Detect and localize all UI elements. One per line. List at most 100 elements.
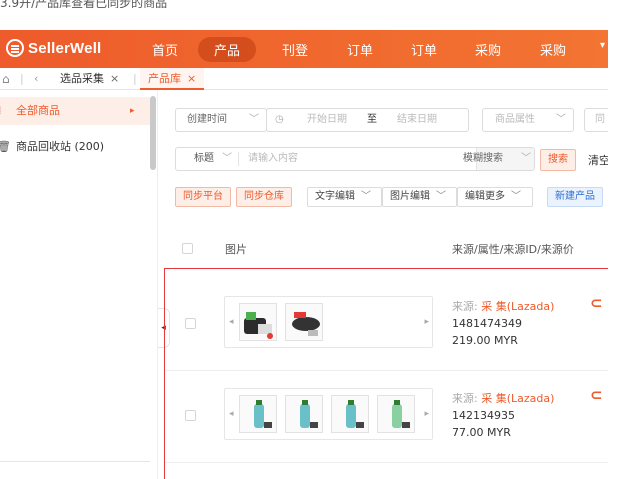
page-caption: 3.9开/产品库查看已同步的商品	[0, 0, 168, 8]
nav-item-home[interactable]: 首页	[152, 40, 178, 59]
date-range-separator: 至	[367, 114, 377, 125]
sidebar-divider	[0, 461, 150, 462]
chevron-down-icon: ﹀	[556, 114, 566, 125]
product-thumbnail[interactable]	[377, 395, 415, 433]
title-select[interactable]: 标题	[194, 148, 214, 170]
select-all-checkbox[interactable]	[182, 243, 193, 254]
new-product-button[interactable]: 新建产品	[547, 187, 603, 207]
sync-warehouse-button[interactable]: 同步仓库	[236, 187, 292, 207]
brand-logo[interactable]: SellerWell	[6, 39, 101, 57]
date-range-picker[interactable]: ◷ 开始日期 至 结束日期	[266, 108, 469, 132]
nav-item-listing[interactable]: 刊登	[282, 40, 308, 59]
tab-label: 产品库	[148, 72, 181, 85]
source-label: 来源:	[452, 392, 478, 405]
source-price: 219.00 MYR	[452, 334, 518, 347]
search-button[interactable]: 搜索	[540, 149, 576, 171]
nav-item-products[interactable]: 产品	[198, 37, 257, 62]
source-info: 来源: 采 集(Lazada) 1481474349 219.00 MYR	[452, 298, 554, 349]
carousel-prev-icon[interactable]: ◂	[229, 317, 234, 327]
fuzzy-search-label: 模糊搜索	[463, 153, 503, 164]
edit-more-label: 编辑更多	[465, 191, 505, 202]
app-window: SellerWell 首页 产品 刊登 订单 订单 采购 采购 ▾ ⌂ | ‹ …	[0, 30, 608, 479]
end-date-input[interactable]: 结束日期	[397, 109, 437, 131]
chevron-down-icon: ﹀	[249, 114, 259, 125]
caret-right-icon: ▸	[130, 106, 135, 116]
image-edit-dropdown[interactable]: 图片编辑 ﹀	[382, 187, 457, 207]
source-value: 采 集(Lazada)	[481, 300, 555, 313]
nav-item-orders-2[interactable]: 订单	[411, 40, 437, 59]
top-nav: SellerWell 首页 产品 刊登 订单 订单 采购 采购 ▾	[0, 30, 608, 68]
chevron-down-icon: ﹀	[361, 191, 371, 202]
close-icon[interactable]: ×	[187, 72, 196, 85]
source-id: 142134935	[452, 409, 515, 422]
created-time-select[interactable]: 创建时间 ﹀	[175, 108, 267, 132]
fuzzy-search-select[interactable]: 模糊搜索 ﹀	[463, 148, 534, 170]
edit-more-dropdown[interactable]: 编辑更多 ﹀	[457, 187, 533, 207]
chevron-left-icon[interactable]: ‹	[34, 68, 38, 90]
row-checkbox[interactable]	[185, 410, 196, 421]
tab-bar: ⌂ | ‹ 选品采集 × | 产品库 ×	[0, 68, 608, 90]
sidebar-item-recycle-bin[interactable]: 🗑 商品回收站 (200)	[0, 133, 150, 161]
divider	[238, 152, 239, 166]
image-edit-label: 图片编辑	[390, 191, 430, 202]
product-thumbnail[interactable]	[239, 395, 277, 433]
nav-item-orders[interactable]: 订单	[347, 40, 373, 59]
source-id: 1481474349	[452, 317, 522, 330]
truncated-select-label: 同	[595, 114, 605, 125]
image-carousel: ◂ ▸	[224, 388, 433, 440]
logo-text: SellerWell	[28, 39, 102, 57]
text-edit-dropdown[interactable]: 文字编辑 ﹀	[307, 187, 382, 207]
column-header-source: 来源/属性/来源ID/来源价	[452, 243, 574, 256]
chevron-down-icon: ﹀	[222, 153, 232, 164]
sidebar-item-all-products[interactable]: ⁞ 全部商品 ▸	[0, 97, 150, 125]
tab-label: 选品采集	[60, 72, 104, 85]
product-attribute-label: 商品属性	[495, 114, 535, 125]
product-thumbnail[interactable]	[239, 303, 277, 341]
carousel-next-icon[interactable]: ▸	[424, 317, 429, 327]
action-icon[interactable]: ⊂	[590, 386, 603, 404]
grid-icon: ⁞	[0, 97, 2, 125]
sidebar-item-label: 商品回收站 (200)	[16, 140, 105, 153]
row-checkbox[interactable]	[185, 318, 196, 329]
carousel-prev-icon[interactable]: ◂	[229, 409, 234, 419]
sidebar: ⁞ 全部商品 ▸ 🗑 商品回收站 (200)	[0, 91, 158, 479]
row-separator	[166, 370, 608, 371]
search-input[interactable]: 请输入内容	[248, 148, 298, 170]
chevron-down-icon: ﹀	[436, 191, 446, 202]
product-thumbnail[interactable]	[285, 303, 323, 341]
row-separator	[166, 462, 608, 463]
sync-platform-button[interactable]: 同步平台	[175, 187, 231, 207]
created-time-label: 创建时间	[187, 114, 227, 125]
clock-icon: ◷	[275, 114, 284, 125]
product-thumbnail[interactable]	[331, 395, 369, 433]
product-thumbnail[interactable]	[285, 395, 323, 433]
tab-selection-collect[interactable]: 选品采集 ×	[60, 68, 119, 90]
chevron-down-icon: ﹀	[511, 191, 521, 202]
close-icon[interactable]: ×	[110, 72, 119, 85]
trash-icon: 🗑	[0, 140, 11, 153]
tab-divider-2: |	[133, 72, 137, 85]
tab-divider: |	[20, 72, 24, 85]
tab-product-library[interactable]: 产品库 ×	[140, 68, 205, 90]
clear-button[interactable]: 清空	[588, 152, 608, 168]
sidebar-item-label: 全部商品	[16, 104, 60, 117]
source-value: 采 集(Lazada)	[481, 392, 555, 405]
source-price: 77.00 MYR	[452, 426, 511, 439]
sidebar-scrollbar[interactable]	[150, 96, 156, 170]
action-icon[interactable]: ⊂	[590, 294, 603, 312]
chevron-down-icon: ﹀	[521, 153, 531, 164]
source-label: 来源:	[452, 300, 478, 313]
source-info: 来源: 采 集(Lazada) 142134935 77.00 MYR	[452, 390, 554, 441]
nav-more-icon[interactable]: ▾	[600, 40, 605, 51]
nav-item-purchase[interactable]: 采购	[475, 40, 501, 59]
column-header-image: 图片	[225, 243, 247, 256]
image-carousel: ◂ ▸	[224, 296, 433, 348]
search-bar: 标题 ﹀ 请输入内容 模糊搜索 ﹀	[175, 147, 535, 171]
text-edit-label: 文字编辑	[315, 191, 355, 202]
product-attribute-select[interactable]: 商品属性 ﹀	[482, 108, 574, 132]
carousel-next-icon[interactable]: ▸	[424, 409, 429, 419]
start-date-input[interactable]: 开始日期	[307, 109, 347, 131]
home-icon[interactable]: ⌂	[2, 68, 10, 90]
truncated-select[interactable]: 同	[584, 108, 608, 132]
nav-item-purchase-2[interactable]: 采购	[540, 40, 566, 59]
